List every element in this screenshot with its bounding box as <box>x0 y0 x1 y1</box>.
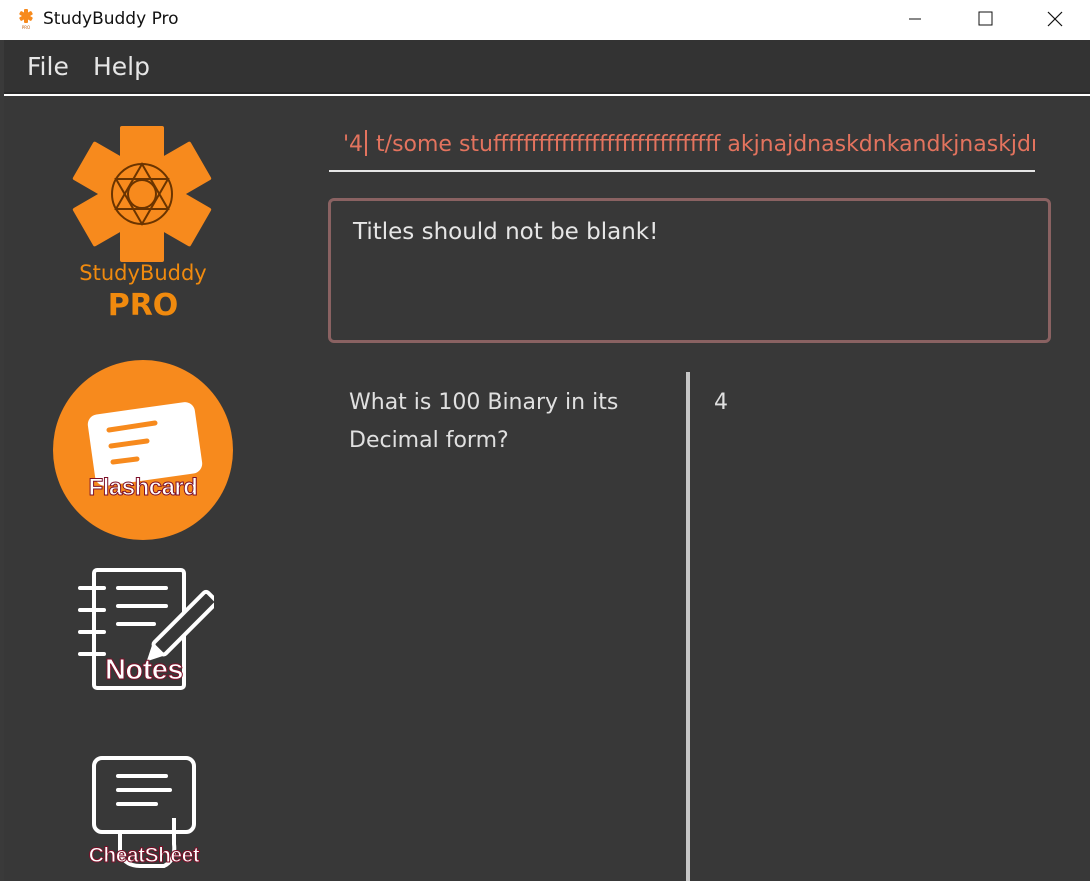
flashcard-question: What is 100 Binary in its Decimal form? <box>349 390 619 453</box>
command-input-text: '4 t/some stufffffffffffffffffffffffffff… <box>343 130 1035 157</box>
text-caret <box>365 130 368 156</box>
svg-text:PRO: PRO <box>22 25 30 30</box>
main-area: StudyBuddy PRO Flashcard Notes CheatShee… <box>4 96 1090 881</box>
app-logo-icon: PRO <box>19 9 33 30</box>
maximize-button[interactable] <box>962 0 1008 40</box>
flashcard-answer: 4 <box>714 390 728 415</box>
sidebar-label-notes: Notes <box>104 654 184 687</box>
studybuddy-logo-icon <box>72 126 212 262</box>
sidebar-item-notes[interactable]: Notes <box>74 566 214 696</box>
logo-subtitle: PRO <box>107 288 179 323</box>
sidebar-item-flashcard[interactable]: Flashcard <box>53 360 233 540</box>
command-input[interactable]: '4 t/some stufffffffffffffffffffffffffff… <box>329 124 1035 172</box>
panel-divider[interactable] <box>686 372 690 881</box>
menu-bar: File Help <box>4 40 1090 94</box>
close-icon <box>1047 11 1063 27</box>
menu-help[interactable]: Help <box>93 52 150 81</box>
window-title: StudyBuddy Pro <box>43 9 179 29</box>
result-display[interactable]: Titles should not be blank! <box>328 198 1051 343</box>
close-button[interactable] <box>1032 0 1078 40</box>
result-message: Titles should not be blank! <box>353 219 659 245</box>
title-bar: PRO StudyBuddy Pro <box>0 0 1090 40</box>
command-text-before-caret: '4 <box>343 132 364 157</box>
menu-file[interactable]: File <box>27 52 69 81</box>
sidebar-label-cheatsheet: CheatSheet <box>88 844 200 868</box>
sidebar-item-cheatsheet[interactable]: CheatSheet <box>84 752 204 881</box>
sidebar-label-flashcard: Flashcard <box>88 474 198 502</box>
flashcard-icon <box>87 402 203 486</box>
command-text-after-caret: t/some stuffffffffffffffffffffffffffffff… <box>369 132 1035 157</box>
logo-title: StudyBuddy <box>79 261 207 285</box>
maximize-icon <box>978 11 993 26</box>
minimize-icon <box>909 18 921 20</box>
minimize-button[interactable] <box>892 0 938 40</box>
